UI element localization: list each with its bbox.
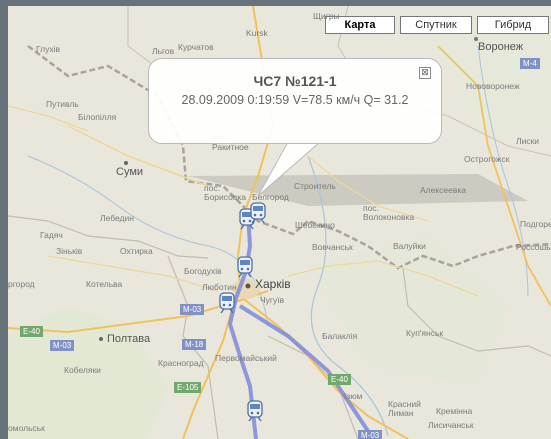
popup-tail — [258, 142, 321, 197]
map-label-valuyki: Валуйки — [393, 241, 426, 251]
road-shield-m03-a: M-03 — [50, 340, 75, 351]
map-label-glukhiv: Глухів — [36, 44, 60, 54]
map-label-alekseevka: Алексеевка — [420, 185, 467, 195]
map-label-kobeliaky: Кобеляки — [64, 365, 101, 375]
map-label-ostrogozhsk: Острогожск — [464, 154, 510, 164]
map-label-kursk: Kursk — [246, 28, 268, 38]
map-label-okhtyrka: Охтирка — [120, 246, 153, 256]
map-label-hadiach: Гадяч — [40, 230, 63, 240]
map-label-myrhorod: ргород — [8, 279, 35, 289]
map-label-chuhuiv: Чугуїв — [260, 295, 285, 305]
map-label-bilopillia: Білопілля — [78, 112, 117, 122]
road-shield-e40-b: E-40 — [328, 374, 351, 385]
map-label-shchigry: Щигры — [313, 11, 340, 21]
road-shield-e105: E-105 — [174, 382, 202, 393]
road-shield-m03-c: M-03 — [358, 430, 383, 439]
map-canvas[interactable]: Карта Спутник Гибрид Воронеж Kursk Курча… — [8, 6, 551, 439]
road-shield-m03-b: M-03 — [180, 304, 205, 315]
map-label-voronezh: Воронеж — [478, 41, 524, 53]
road-shield-e40: E-40 — [20, 326, 43, 337]
map-label-volokonovka: пос. Волоконовка — [363, 203, 415, 222]
train-marker-icon[interactable] — [218, 292, 236, 314]
map-label-liski: Лиски — [516, 136, 540, 146]
info-window-title: ЧС7 №121-1 — [253, 73, 337, 89]
map-label-kotelva: Котельва — [86, 279, 123, 289]
map-type-button-satellite[interactable]: Спутник — [400, 16, 472, 34]
map-label-komsomolsk: омольськ — [8, 423, 45, 433]
train-marker-icon[interactable] — [246, 400, 264, 422]
map-label-kreminna: Кремінна — [436, 406, 473, 416]
map-label-krasnyi-lyman: Красний Лиман — [388, 399, 421, 418]
map-label-izium: Ізюм — [344, 391, 363, 401]
map-type-button-hybrid[interactable]: Гибрид — [477, 16, 549, 34]
map-label-lysychansk: Лисичанськ — [428, 420, 474, 430]
road-shield-m4: M-4 — [520, 58, 540, 69]
map-label-kupiansk: Куп'янськ — [406, 328, 444, 338]
map-label-borisovka: пос. Борисовка — [204, 183, 247, 202]
map-label-shebekino: Шебекино — [295, 220, 335, 230]
map-label-putyvl: Путивль — [46, 99, 79, 109]
map-label-vovchansk: Вовчанськ — [312, 242, 353, 252]
map-label-poltava: Полтава — [107, 333, 151, 345]
info-window-details: 28.09.2009 0:19:59 V=78.5 км/ч Q= 31.2 — [181, 93, 409, 107]
map-label-kharkiv: Харків — [255, 277, 291, 291]
map-label-liubotyn: Люботин — [202, 282, 237, 292]
map-label-rossosh: Россошь — [516, 242, 551, 252]
road-shield-m18: M-18 — [182, 339, 207, 350]
map-label-sumy: Суми — [116, 166, 144, 178]
train-marker-icon[interactable] — [249, 202, 267, 224]
map-label-krasnohrad: Красноград — [158, 358, 204, 368]
map-label-podgorensky: Подгорен — [520, 219, 551, 229]
map-label-lgov: Льгов — [152, 46, 175, 56]
map-label-zinkiv: Зіньків — [56, 246, 83, 256]
map-label-lebedyn: Лебедин — [100, 213, 134, 223]
map-label-balakliia: Балаклія — [322, 331, 358, 341]
map-label-kurchatov: Курчатов — [178, 42, 214, 52]
map-label-bohodukhiv: Богодухів — [184, 266, 222, 276]
map-label-pervomaiskyi: Первомайський — [215, 353, 277, 363]
info-window: ⊠ ЧС7 №121-1 28.09.2009 0:19:59 V=78.5 к… — [148, 58, 442, 144]
map-label-novovoronezh: Нововоронеж — [466, 81, 520, 91]
train-marker-icon[interactable] — [236, 256, 254, 278]
